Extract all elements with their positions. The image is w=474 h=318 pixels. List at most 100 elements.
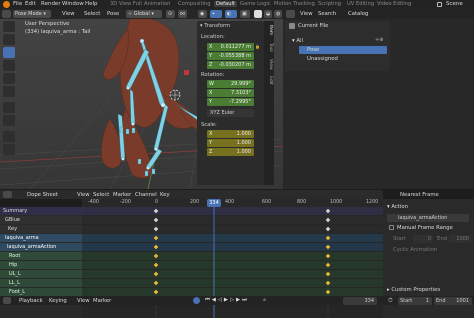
end-frame-field[interactable]: End 1001 (434, 297, 472, 305)
menu-help[interactable]: Help (85, 1, 98, 7)
channel-row[interactable]: Summary (0, 207, 82, 215)
scale-x-field[interactable]: X 1.000 (207, 130, 254, 138)
menu-edit[interactable]: Edit (25, 1, 36, 7)
editor-type-icon[interactable] (3, 191, 12, 198)
viewport-menu-pose[interactable]: Pose (107, 11, 119, 17)
viewport-menu-view[interactable]: View (62, 11, 75, 17)
workspace-tab-default[interactable]: Default (214, 1, 237, 7)
footer-menu-keying[interactable]: Keying (49, 298, 67, 304)
action-start-field[interactable]: 0 (413, 235, 433, 243)
editor-type-icon[interactable] (286, 10, 295, 18)
workspace-tab-scripting[interactable]: Scripting (318, 1, 341, 7)
relax-tool-icon[interactable] (3, 144, 15, 155)
workspace-tab-game-logic[interactable]: Game Logic (240, 1, 271, 7)
snap-icon[interactable]: ⋈ (178, 10, 187, 18)
move-tool-icon[interactable] (3, 47, 15, 58)
workspace-tab-motion-tracking[interactable]: Motion Tracking (274, 1, 315, 7)
cursor-tool-icon[interactable] (3, 34, 15, 45)
asset-browser-menu-view[interactable]: View (300, 11, 313, 17)
dopesheet-menu-select[interactable]: Select (93, 192, 109, 198)
shading-material-icon[interactable]: ◒ (264, 10, 272, 18)
menu-render[interactable]: Render (41, 1, 61, 7)
rotation-mode-dropdown[interactable]: XYZ Euler (207, 109, 254, 117)
start-frame-field[interactable]: Start 1 (398, 297, 432, 305)
catalog-item-all[interactable]: ▾ All (292, 38, 303, 44)
scale-y-field[interactable]: Y 1.000 (207, 139, 254, 147)
location-y-field[interactable]: Y -0.055388 m (207, 52, 254, 60)
tab-view[interactable]: View (265, 59, 273, 70)
shading-rendered-icon[interactable]: ◍ (274, 10, 282, 18)
scale-z-field[interactable]: Z 1.000 (207, 148, 254, 156)
action-end-field[interactable]: 1000 (449, 235, 471, 243)
channel-row[interactable]: Hip (0, 261, 82, 269)
lock-icon[interactable]: 🔒 (255, 44, 260, 68)
annotate-tool-icon[interactable] (3, 102, 15, 113)
editor-type-icon[interactable] (3, 297, 11, 304)
tab-item[interactable]: Item (265, 25, 273, 35)
scene-icon[interactable] (437, 2, 442, 7)
menu-window[interactable]: Window (62, 1, 84, 7)
channel-row[interactable]: laquiva_arma (0, 234, 82, 242)
xray-icon[interactable]: ▣ (240, 10, 250, 18)
bone-roll-tool-icon[interactable] (3, 131, 15, 142)
footer-menu-view[interactable]: View (77, 298, 90, 304)
rotate-tool-icon[interactable] (3, 60, 15, 71)
scene-selector[interactable]: Scene (446, 1, 463, 7)
shading-solid-icon[interactable] (254, 10, 262, 18)
dopesheet-menu-key[interactable]: Key (160, 192, 170, 198)
manual-frame-range-checkbox[interactable] (389, 225, 394, 230)
channel-row[interactable]: Key (0, 225, 82, 233)
editor-type-icon[interactable] (2, 10, 11, 18)
asset-browser-menu-search[interactable]: Search (318, 11, 336, 17)
action-panel-header[interactable]: ▾ Action (387, 204, 408, 210)
channel-row[interactable]: Foot_L (0, 288, 82, 296)
rotation-x-field[interactable]: X 7.3103° (207, 89, 254, 97)
viewport-menu-select[interactable]: Select (84, 11, 100, 17)
library-selector[interactable]: Current File (298, 23, 328, 29)
channel-row[interactable]: UL_L (0, 270, 82, 278)
measure-tool-icon[interactable] (3, 115, 15, 126)
keyframe-type-icon[interactable]: ⚬ (262, 297, 270, 304)
footer-menu-marker[interactable]: Marker (93, 298, 111, 304)
catalog-item-unassigned[interactable]: Unassigned (307, 56, 338, 62)
channel-row[interactable]: Root (0, 252, 82, 260)
add-catalog-icon[interactable]: +⊕ (375, 37, 383, 44)
playhead-frame-badge[interactable]: 334 (207, 199, 221, 207)
blender-logo-icon[interactable] (3, 1, 10, 8)
dopesheet-mode-selector[interactable]: Dope Sheet (27, 192, 58, 198)
workspace-tab-3d-view-full[interactable]: 3D View Full (110, 1, 142, 7)
transform-tool-icon[interactable] (3, 86, 15, 97)
current-frame-field[interactable]: 334 (343, 297, 377, 305)
location-x-field[interactable]: X 0.011277 m (207, 43, 254, 51)
channel-row[interactable]: laquiva_armaAction (0, 243, 82, 251)
dopesheet-menu-view[interactable]: View (77, 192, 90, 198)
asset-browser-menu-catalog[interactable]: Catalog (348, 11, 368, 17)
location-z-field[interactable]: Z -0.030207 m (207, 61, 254, 69)
mode-selector[interactable]: Pose Mode ▾ (13, 10, 51, 18)
record-icon[interactable] (193, 297, 200, 304)
custom-properties-header[interactable]: ▸ Custom Properties (387, 287, 440, 293)
select-tool-icon[interactable] (3, 21, 15, 32)
overlay-toggle-icon[interactable]: ◐ (225, 10, 237, 18)
menu-file[interactable]: File (13, 1, 22, 7)
visibility-icon[interactable]: ◉ (198, 10, 207, 18)
cyclic-animation-checkbox[interactable]: Cyclic Animation (393, 247, 437, 253)
rotation-y-field[interactable]: Y -7.2995° (207, 98, 254, 106)
footer-menu-playback[interactable]: Playback (19, 298, 43, 304)
channel-row[interactable]: GBlue (0, 216, 82, 224)
gizmo-toggle-icon[interactable]: ⌖ (210, 10, 222, 18)
channel-row[interactable]: LL_L (0, 279, 82, 287)
tab-edit[interactable]: Edit (265, 76, 273, 85)
workspace-tab-uv-editing[interactable]: UV Editing (347, 1, 374, 7)
dopesheet-menu-marker[interactable]: Marker (113, 192, 131, 198)
dopesheet-menu-channel[interactable]: Channel (135, 192, 157, 198)
clock-icon[interactable]: ⏱ (388, 297, 395, 304)
action-name-field[interactable]: laquiva_armaAction (387, 214, 469, 222)
scale-tool-icon[interactable] (3, 73, 15, 84)
rotation-w-field[interactable]: W 29.999° (207, 80, 254, 88)
transform-panel-header[interactable]: ▾ Transform (200, 23, 230, 29)
tab-tool[interactable]: Tool (265, 43, 273, 52)
workspace-tab-video-editing[interactable]: Video Editing (377, 1, 411, 7)
workspace-tab-animation[interactable]: Animation (144, 1, 170, 7)
workspace-tab-compositing[interactable]: Compositing (178, 1, 211, 7)
